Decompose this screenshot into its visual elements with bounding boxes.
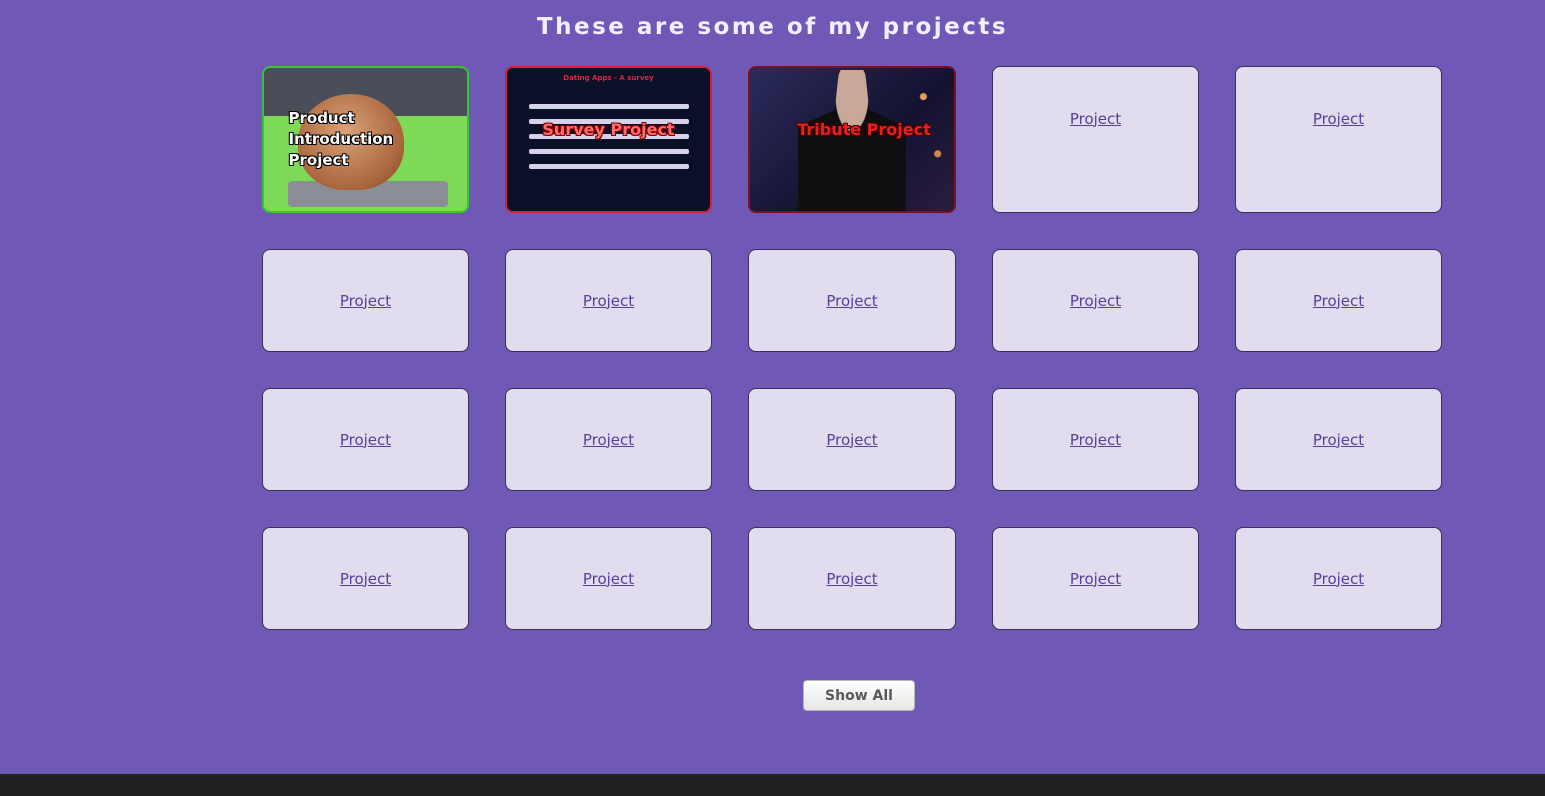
footer — [0, 774, 1545, 796]
project-link[interactable]: Project — [583, 431, 634, 449]
project-link[interactable]: Project — [1313, 570, 1364, 588]
project-card[interactable]: Project — [748, 249, 956, 352]
project-link[interactable]: Project — [1313, 292, 1364, 310]
project-link[interactable]: Project — [1070, 570, 1121, 588]
project-link-product-intro[interactable]: Product Introduction Project — [289, 108, 399, 171]
project-card-tribute[interactable]: Tribute Project — [748, 66, 956, 213]
project-card[interactable]: Project — [1235, 249, 1442, 352]
project-card[interactable]: Project — [262, 249, 469, 352]
project-link[interactable]: Project — [583, 292, 634, 310]
project-card[interactable]: Project — [748, 527, 956, 630]
project-link[interactable]: Project — [340, 431, 391, 449]
project-link-tribute[interactable]: Tribute Project — [797, 120, 931, 139]
project-card[interactable]: Project — [992, 249, 1199, 352]
project-link[interactable]: Project — [1313, 431, 1364, 449]
project-card[interactable]: Project — [262, 388, 469, 491]
project-link[interactable]: Project — [1070, 431, 1121, 449]
project-link[interactable]: Project — [826, 292, 877, 310]
thumbnail-title: Dating Apps - A survey — [563, 74, 654, 82]
project-link[interactable]: Project — [583, 570, 634, 588]
project-link[interactable]: Project — [826, 570, 877, 588]
project-card[interactable]: Project — [505, 527, 712, 630]
project-card[interactable]: Project — [262, 527, 469, 630]
project-card-product-intro[interactable]: Product Introduction Project — [262, 66, 469, 213]
thumbnail-form-lines — [529, 104, 689, 179]
project-link[interactable]: Project — [826, 431, 877, 449]
project-card[interactable]: Project — [505, 388, 712, 491]
project-link-survey[interactable]: Survey Project — [542, 120, 674, 139]
project-card[interactable]: Project — [1235, 388, 1442, 491]
project-card[interactable]: Project — [1235, 527, 1442, 630]
show-all-button[interactable]: Show All — [803, 680, 915, 711]
project-card-survey[interactable]: Dating Apps - A survey Survey Project — [505, 66, 712, 213]
project-card[interactable]: Project — [992, 66, 1199, 213]
project-link[interactable]: Project — [1070, 292, 1121, 310]
project-link[interactable]: Project — [1313, 110, 1364, 128]
project-link[interactable]: Project — [1070, 110, 1121, 128]
project-card[interactable]: Project — [992, 527, 1199, 630]
project-card[interactable]: Project — [505, 249, 712, 352]
projects-grid: Product Introduction Project Dating Apps… — [0, 0, 1545, 700]
project-card[interactable]: Project — [748, 388, 956, 491]
project-card[interactable]: Project — [1235, 66, 1442, 213]
project-link[interactable]: Project — [340, 292, 391, 310]
project-card[interactable]: Project — [992, 388, 1199, 491]
project-link[interactable]: Project — [340, 570, 391, 588]
